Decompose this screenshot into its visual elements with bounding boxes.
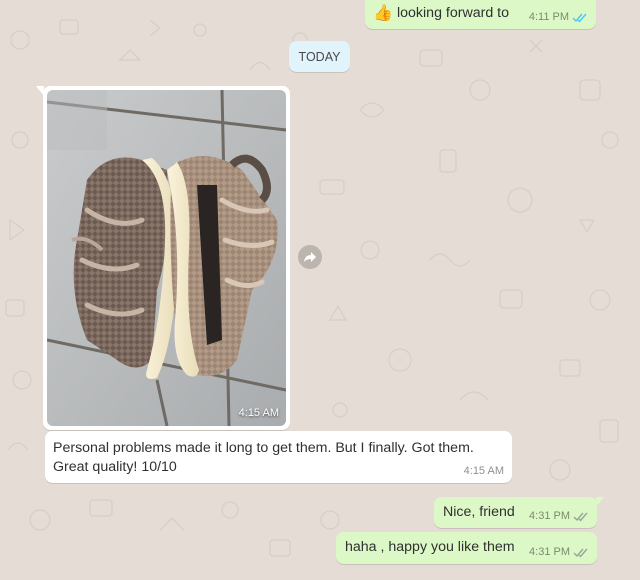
message-text: Personal problems made it long to get th…: [53, 440, 474, 475]
double-check-icon: [572, 12, 588, 23]
message-bubble-outgoing[interactable]: haha , happy you like them 4:31 PM: [336, 532, 597, 564]
bubble-tail: [596, 497, 604, 507]
image-timestamp: 4:15 AM: [238, 407, 279, 419]
message-meta: 4:31 PM: [529, 546, 589, 558]
shoe-photo[interactable]: 4:15 AM: [47, 90, 286, 426]
double-check-icon: [573, 547, 589, 558]
bubble-tail: [36, 86, 44, 96]
message-meta: 4:11 PM: [529, 11, 588, 23]
forward-button[interactable]: [298, 245, 322, 269]
shoe-photo-drawing: [47, 90, 286, 426]
forward-icon: [304, 252, 316, 262]
message-time: 4:11 PM: [528, 11, 569, 23]
date-badge: TODAY: [289, 41, 350, 72]
message-time: 4:31 PM: [529, 546, 570, 558]
double-check-icon: [573, 511, 589, 522]
message-text: Nice, friend: [443, 504, 515, 520]
thumbs-up-emoji: 👍: [373, 5, 393, 22]
message-time: 4:15 AM: [463, 465, 504, 477]
caption-message-bubble[interactable]: Personal problems made it long to get th…: [45, 431, 512, 483]
message-text: haha , happy you like them: [345, 539, 515, 555]
image-message-bubble[interactable]: 4:15 AM: [36, 86, 290, 430]
message-meta: 4:31 PM: [529, 510, 589, 522]
date-badge-label: TODAY: [298, 49, 341, 64]
message-bubble-outgoing[interactable]: Nice, friend 4:31 PM: [434, 497, 604, 528]
message-bubble-outgoing[interactable]: 👍 looking forward to 4:11 PM: [365, 0, 596, 29]
message-meta: 4:15 AM: [464, 465, 504, 477]
message-time: 4:31 PM: [529, 510, 570, 522]
message-text: looking forward to: [397, 5, 509, 21]
